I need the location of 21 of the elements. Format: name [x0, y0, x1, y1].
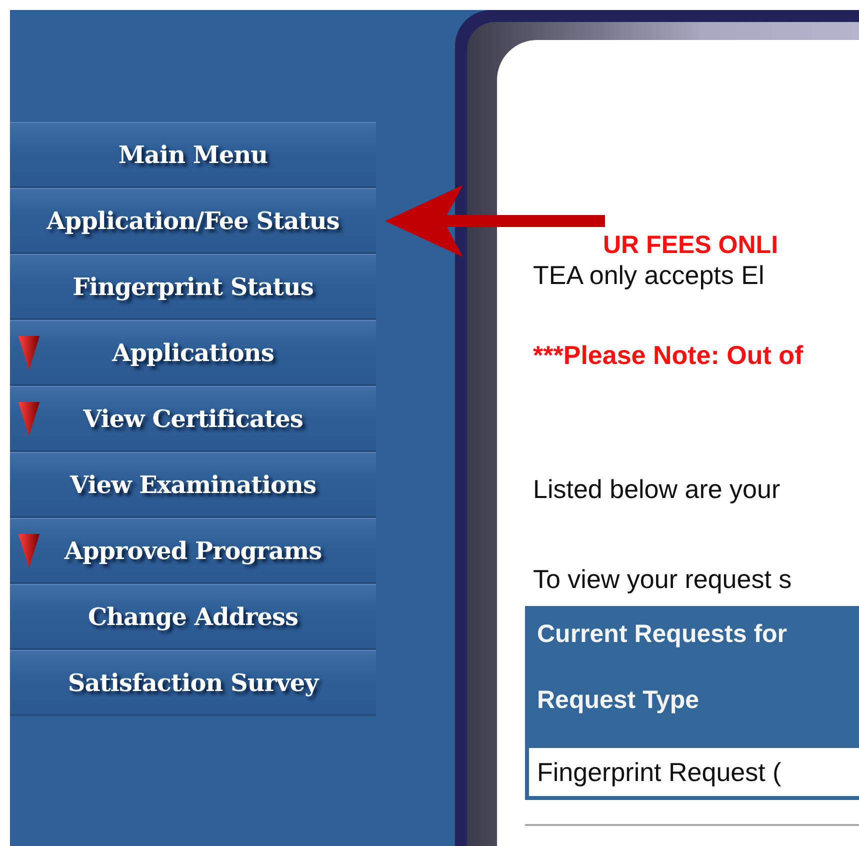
- note-text: ***Please Note: Out of: [533, 340, 804, 370]
- view-text: To view your request s: [533, 564, 793, 594]
- fee-notice: UR FEES ONLI: [602, 230, 780, 260]
- menu-item[interactable]: Approved Programs: [10, 518, 376, 584]
- triangle-icon: [18, 534, 40, 568]
- arrow-icon: [385, 185, 605, 257]
- triangle-icon: [18, 336, 40, 370]
- menu-item[interactable]: View Examinations: [10, 452, 376, 518]
- menu-item[interactable]: View Certificates: [10, 386, 376, 452]
- listed-text: Listed below are your: [533, 474, 782, 504]
- menu-item[interactable]: Main Menu: [10, 122, 376, 188]
- table-title: Current Requests for: [536, 619, 788, 650]
- triangle-icon: [18, 402, 40, 436]
- menu-item[interactable]: Application/Fee Status: [10, 188, 376, 254]
- column-header: Request Type: [536, 685, 700, 716]
- fee-text: TEA only accepts El: [533, 260, 766, 290]
- menu-item[interactable]: Applications: [10, 320, 376, 386]
- menu-item[interactable]: Fingerprint Status: [10, 254, 376, 320]
- menu-item[interactable]: Satisfaction Survey: [10, 650, 376, 716]
- table-cell: Fingerprint Request (: [529, 748, 859, 796]
- menu-item[interactable]: Change Address: [10, 584, 376, 650]
